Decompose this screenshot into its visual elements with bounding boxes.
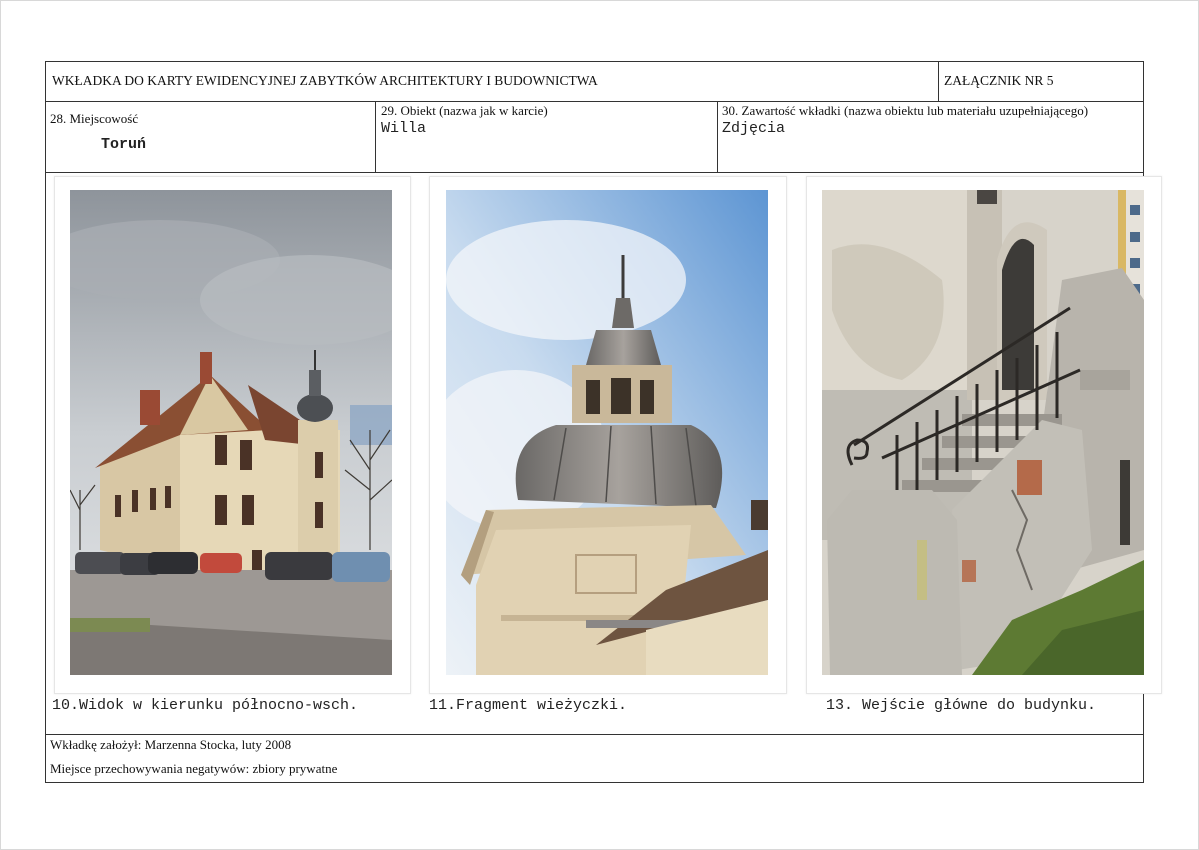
form-title: WKŁADKA DO KARTY EWIDENCYJNEJ ZABYTKÓW A…	[52, 73, 598, 88]
photo-main-entrance	[822, 190, 1144, 675]
object-value: Willa	[381, 120, 427, 137]
attachment-number: ZAŁĄCZNIK NR 5	[944, 73, 1054, 88]
locality-value: Toruń	[101, 136, 147, 153]
header-column-divider	[938, 61, 939, 101]
fields-divider	[45, 172, 1144, 173]
photo-caption-1: 10.Widok w kierunku północno-wsch.	[52, 697, 359, 714]
negatives-storage: Miejsce przechowywania negatywów: zbiory…	[50, 761, 338, 776]
object-label: 29. Obiekt (nazwa jak w karcie)	[381, 103, 548, 118]
footer-divider	[45, 734, 1144, 735]
header-divider	[45, 101, 1144, 102]
locality-label: 28. Miejscowość	[50, 111, 139, 126]
content-value: Zdjęcia	[722, 120, 786, 137]
field-divider-2	[717, 101, 718, 172]
content-label: 30. Zawartość wkładki (nazwa obiektu lub…	[722, 103, 1089, 118]
founder-info: Wkładkę założył: Marzenna Stocka, luty 2…	[50, 737, 292, 752]
photo-villa-northeast-view	[70, 190, 392, 675]
field-divider-1	[375, 101, 376, 172]
photo-caption-2: 11.Fragment wieżyczki.	[429, 697, 628, 714]
photo-tower-fragment	[446, 190, 768, 675]
photo-caption-3: 13. Wejście główne do budynku.	[826, 697, 1097, 714]
